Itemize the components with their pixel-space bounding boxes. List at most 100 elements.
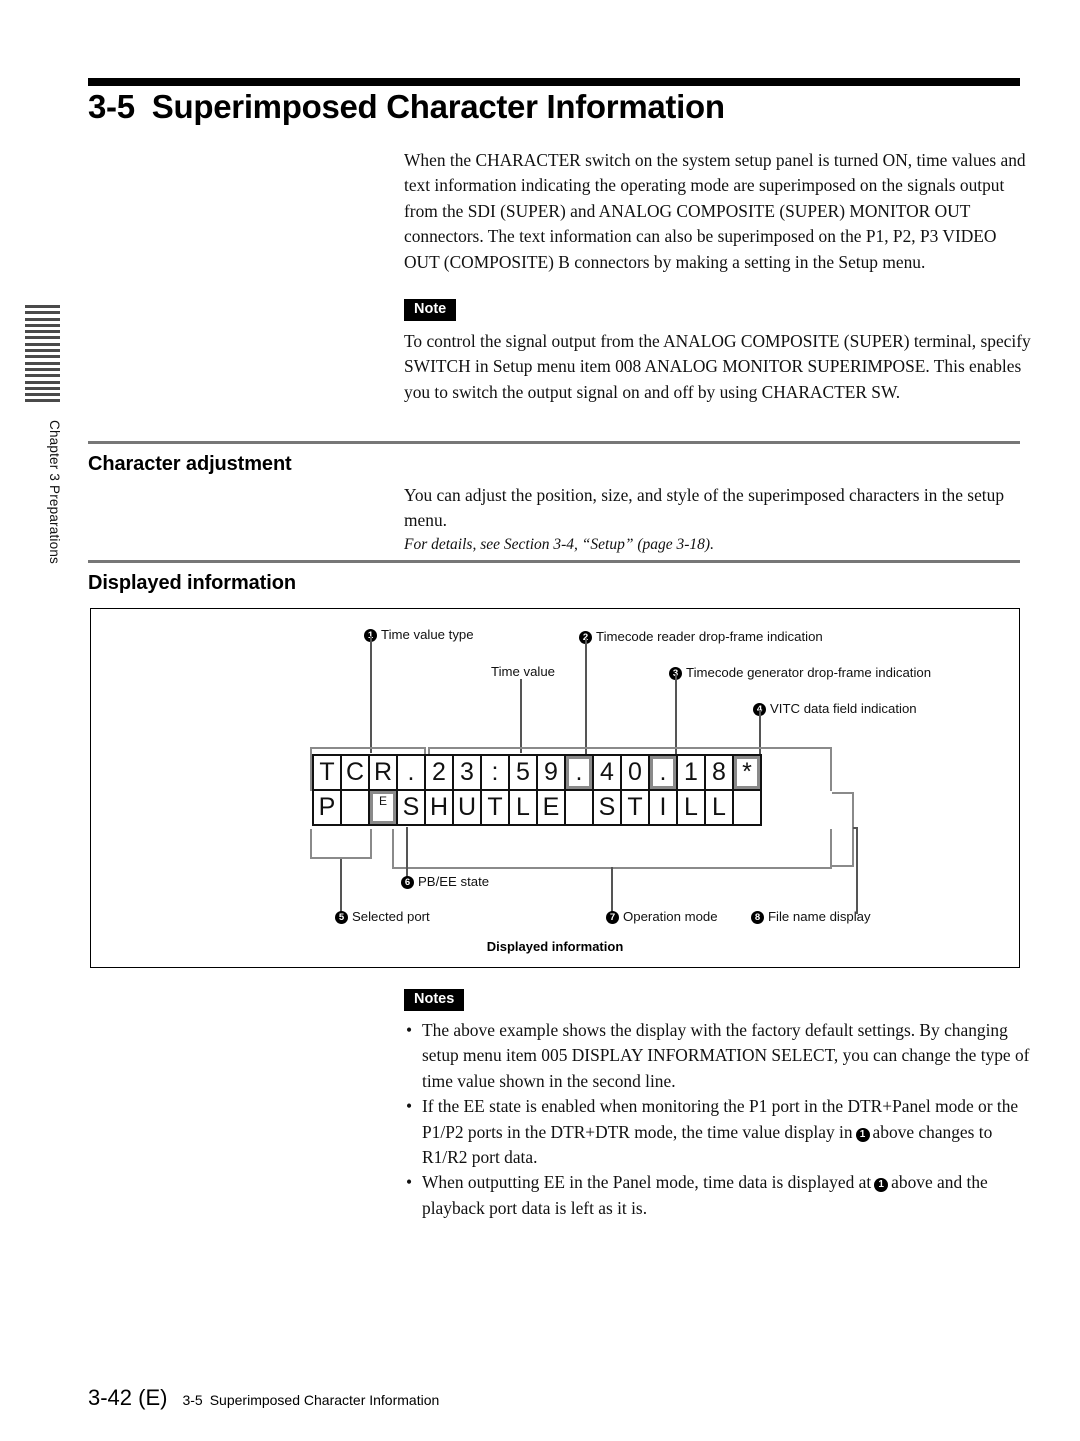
display-cell: E: [368, 789, 398, 826]
note-text: To control the signal output from the AN…: [404, 331, 1031, 402]
chapter-tab-stripes: [25, 305, 60, 407]
character-adjustment-body: You can adjust the position, size, and s…: [404, 483, 1036, 556]
displayed-information-figure: 1Time value type 2Timecode reader drop-f…: [90, 608, 1020, 968]
display-cell: T: [312, 754, 342, 791]
note-block: To control the signal output from the AN…: [404, 329, 1036, 405]
footer-page-number: 3-42 (E): [88, 1385, 168, 1410]
heading-rule: [88, 78, 1020, 86]
display-cell: P: [312, 789, 342, 826]
display-cell: 5: [508, 754, 538, 791]
note-item: • The above example shows the display wit…: [404, 1018, 1036, 1094]
group-bracket-file-name: [832, 792, 854, 867]
note-bullet: •: [406, 1020, 413, 1040]
display-cell: L: [508, 789, 538, 826]
note-item: • When outputting EE in the Panel mode, t…: [404, 1170, 1036, 1221]
display-cell: :: [480, 754, 510, 791]
callout-text-2: Timecode reader drop-frame indication: [596, 629, 823, 644]
callout-text-6: PB/EE state: [418, 874, 490, 889]
figure-caption: Displayed information: [486, 939, 624, 954]
display-cell: *: [732, 754, 762, 791]
display-cell: T: [620, 789, 650, 826]
section-rule: [88, 441, 1020, 444]
callout-text-5: Selected port: [352, 909, 430, 924]
group-bracket-selected-port: [310, 829, 372, 859]
display-cell: S: [396, 789, 426, 826]
document-page: Chapter 3 Preparations 3-5 Superimposed C…: [0, 0, 1080, 1441]
callout-text-4: VITC data field indication: [770, 701, 917, 716]
section-rule-2: [88, 560, 1020, 563]
callout-label-7: 7 Operation mode: [606, 909, 718, 924]
leader-connector-8: [853, 827, 858, 829]
callout-text-3: Timecode generator drop-frame indication: [686, 665, 932, 680]
callout-label-8: 8 File name display: [751, 909, 871, 924]
footer-section-number: 3-5: [182, 1392, 203, 1408]
time-value-text: Time value: [491, 664, 556, 679]
note-callout-ref: 1: [874, 1178, 889, 1193]
note-badge-wrap: Note: [404, 299, 1036, 321]
notes-list: • The above example shows the display wit…: [404, 1018, 1036, 1221]
display-cell: S: [592, 789, 622, 826]
display-cell: [732, 789, 762, 826]
leader-line-7: [611, 867, 613, 914]
callout-label-6: 6 PB/EE state: [401, 874, 489, 889]
footer-section-title: Superimposed Character Information: [209, 1392, 440, 1408]
callout-text-1: Time value type: [381, 627, 474, 642]
display-cell: T: [480, 789, 510, 826]
display-cell: 2: [424, 754, 454, 791]
display-cell: 8: [704, 754, 734, 791]
display-cell: .: [564, 754, 594, 791]
leader-line-1: [370, 636, 372, 753]
character-adjustment-text: You can adjust the position, size, and s…: [404, 485, 1005, 531]
callout-label-5: 5 Selected port: [335, 909, 430, 924]
display-cell: 1: [676, 754, 706, 791]
chapter-label: Chapter 3 Preparations: [47, 420, 62, 564]
character-adjustment-title: Character adjustment: [88, 453, 292, 475]
display-cell: .: [396, 754, 426, 791]
callout-label-4: 4VITC data field indication: [753, 701, 917, 716]
display-row-2: PESHUTLESTILL: [312, 789, 762, 826]
note-bullet: •: [406, 1096, 413, 1117]
footer-section: 3-5 Superimposed Character Information: [182, 1392, 439, 1408]
display-cell: .: [648, 754, 678, 791]
callout-label-2: 2Timecode reader drop-frame indication: [579, 629, 823, 644]
callout-badge-7: 7: [606, 911, 619, 924]
intro-paragraph: When the CHARACTER switch on the system …: [404, 150, 1026, 272]
callout-badge-6: 6: [401, 876, 414, 889]
display-cell: I: [648, 789, 678, 826]
page-title-number: 3-5: [88, 88, 135, 125]
display-cell: C: [340, 754, 370, 791]
display-cell: L: [676, 789, 706, 826]
intro-paragraph-block: When the CHARACTER switch on the system …: [404, 148, 1036, 275]
display-cell: E: [536, 789, 566, 826]
display-cell: 3: [452, 754, 482, 791]
display-cell: 4: [592, 754, 622, 791]
callout-label-3: 3Timecode generator drop-frame indicatio…: [669, 665, 931, 680]
display-cell: [564, 789, 594, 826]
displayed-information-title: Displayed information: [88, 572, 296, 594]
character-adjustment-reference: For details, see Section 3-4, “Setup” (p…: [404, 535, 714, 553]
note-item-text: The above example shows the display with…: [422, 1020, 1030, 1091]
note-item: • If the EE state is enabled when monitor…: [404, 1094, 1036, 1170]
notes-badge: Notes: [404, 989, 465, 1011]
leader-line-time-value: [520, 679, 522, 753]
display-cell: R: [368, 754, 398, 791]
display-cell: 9: [536, 754, 566, 791]
callout-badge-8: 8: [751, 911, 764, 924]
display-cell: U: [452, 789, 482, 826]
note-callout-ref: 1: [855, 1127, 870, 1142]
notes-badge-wrap: Notes: [404, 989, 1036, 1011]
displayed-information-section: Displayed information: [88, 560, 1020, 595]
callout-text-7: Operation mode: [623, 909, 718, 924]
group-bracket-operation-mode: [392, 829, 832, 869]
page-title-text: Superimposed Character Information: [151, 88, 725, 125]
leader-line-5: [340, 859, 342, 914]
page-title: 3-5 Superimposed Character Information: [88, 88, 1020, 126]
display-cell: 0: [620, 754, 650, 791]
notes-block: • The above example shows the display wit…: [404, 1018, 1036, 1221]
label-time-value: Time value: [491, 664, 555, 679]
leader-line-6: [406, 827, 408, 877]
note-bullet: •: [406, 1172, 413, 1193]
page-footer: 3-42 (E) 3-5 Superimposed Character Inform…: [88, 1385, 1020, 1411]
callout-label-1: 1Time value type: [364, 627, 474, 642]
character-adjustment-section: Character adjustment: [88, 441, 1020, 476]
